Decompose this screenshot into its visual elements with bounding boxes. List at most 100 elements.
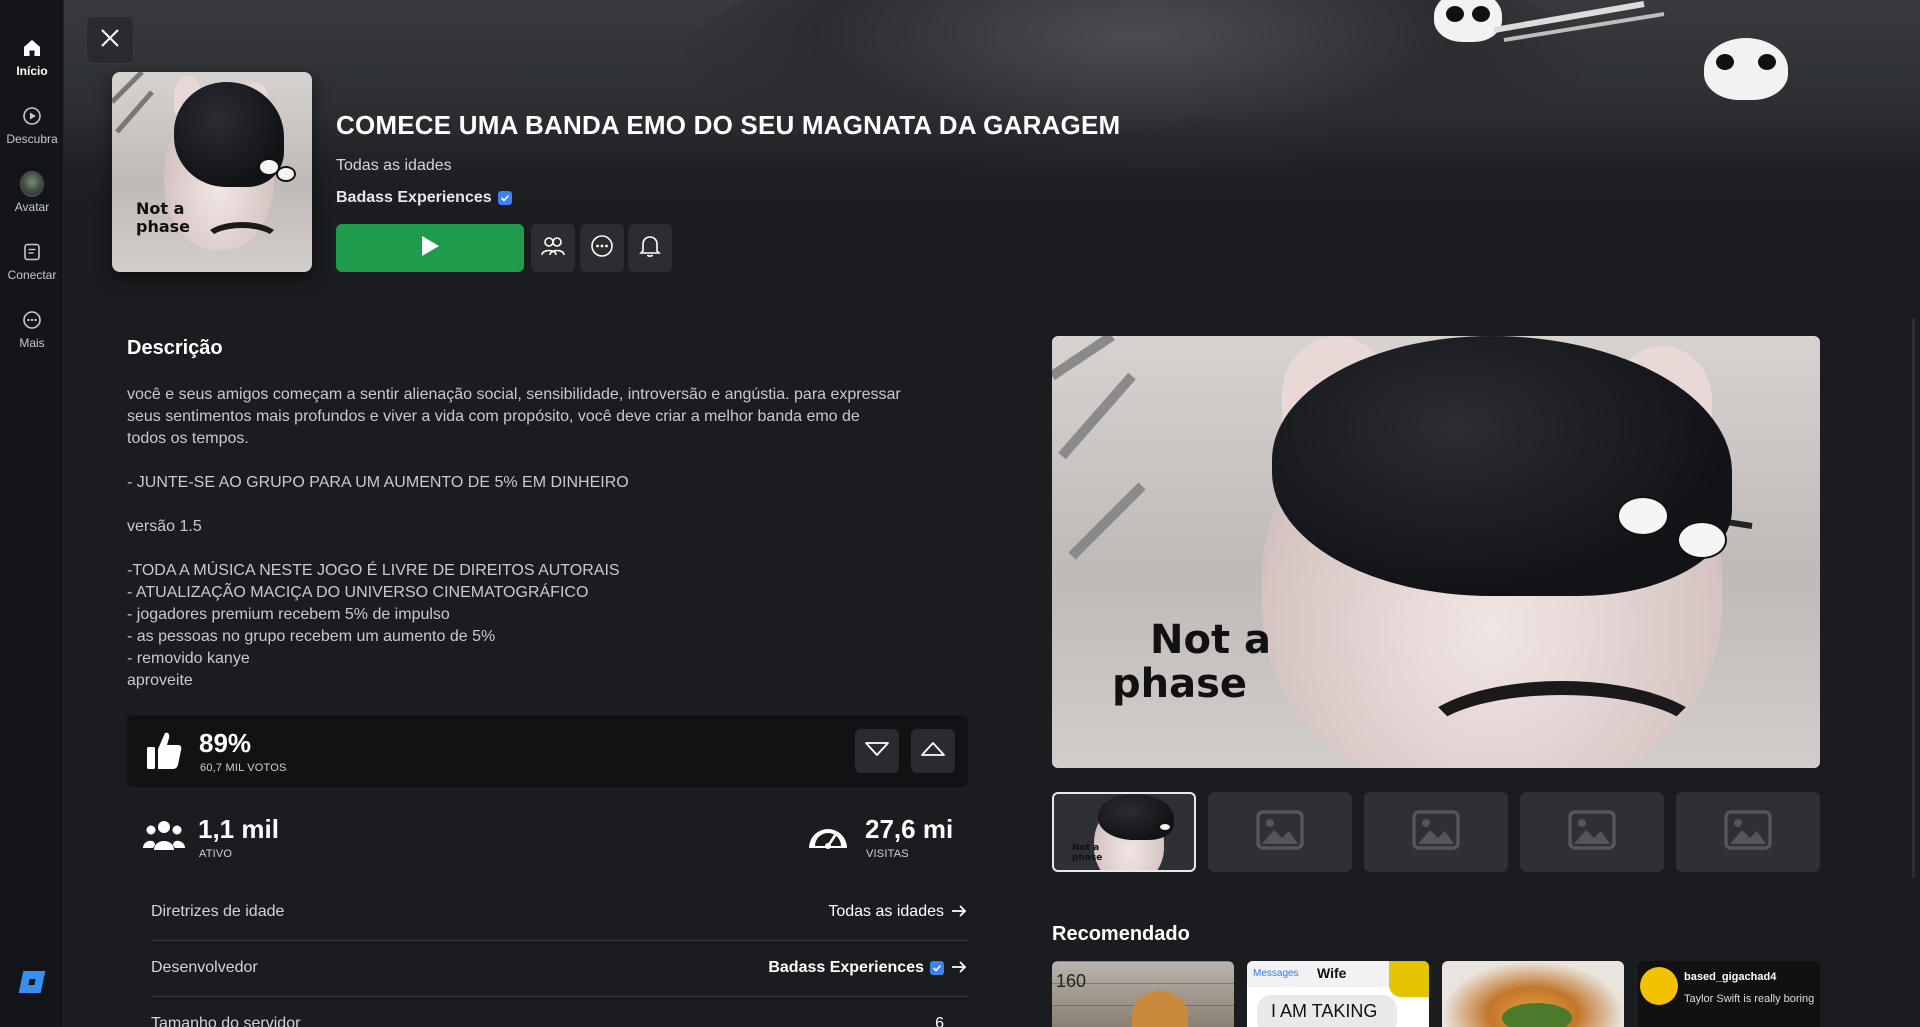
more-options-button[interactable] <box>580 224 624 272</box>
recommended-card[interactable]: Messages Wife I AM TAKING <box>1247 961 1429 1027</box>
roblox-logo-icon[interactable] <box>18 971 46 993</box>
recommended-card[interactable]: 160 <box>1052 961 1234 1027</box>
sidebar-item-label: Descubra <box>6 132 58 146</box>
description-text: você e seus amigos começam a sentir alie… <box>127 384 967 692</box>
info-value[interactable]: Todas as idades <box>828 903 944 921</box>
recommended-card[interactable] <box>1442 961 1624 1027</box>
description-line: -TODA A MÚSICA NESTE JOGO É LIVRE DE DIR… <box>127 562 620 579</box>
card-text: based_gigachad4 <box>1684 971 1777 983</box>
sidebar: Início Descubra Avatar Conectar Mais <box>0 0 64 1027</box>
description-line <box>127 538 967 560</box>
media-thumbnail[interactable] <box>1364 792 1508 872</box>
description-line: você e seus amigos começam a sentir alie… <box>127 386 901 403</box>
card-text: Taylor Swift is really boring <box>1684 993 1815 1005</box>
bell-icon <box>639 234 661 263</box>
sidebar-item-label: Avatar <box>14 200 50 214</box>
description-line: - as pessoas no grupo recebem um aumento… <box>127 628 496 645</box>
skull-icon <box>1434 0 1502 42</box>
chevron-down-icon <box>864 740 890 763</box>
developer-link[interactable]: Badass Experiences <box>768 959 944 977</box>
media-thumbnail[interactable] <box>1676 792 1820 872</box>
visits-stat: 27,6 mi VISITAS <box>806 812 976 862</box>
speedometer-icon <box>806 818 850 857</box>
description-line: - removido kanye <box>127 650 250 667</box>
creator-link[interactable]: Badass Experiences <box>336 189 512 207</box>
vote-count: 60,7 MIL VOTOS <box>200 762 287 774</box>
more-icon <box>20 308 44 332</box>
home-icon <box>20 36 44 60</box>
media-main-image[interactable]: Not a phase <box>1052 336 1820 768</box>
info-value: 6 <box>935 1015 944 1027</box>
thumbs-up-button[interactable] <box>911 729 955 773</box>
active-players-value: 1,1 mil <box>198 814 279 844</box>
notify-button[interactable] <box>628 224 672 272</box>
visits-label: VISITAS <box>866 848 909 860</box>
more-icon <box>590 234 614 263</box>
sidebar-item-label: Mais <box>19 336 45 350</box>
game-title: COMECE UMA BANDA EMO DO SEU MAGNATA DA G… <box>336 110 1121 140</box>
card-text: I AM TAKING <box>1271 1001 1378 1021</box>
arrow-right-icon[interactable] <box>950 957 968 977</box>
active-players-stat: 1,1 mil ATIVO <box>143 812 443 862</box>
description-line: - JUNTE-SE AO GRUPO PARA UM AUMENTO DE 5… <box>127 474 629 491</box>
info-label: Tamanho do servidor <box>151 1015 301 1027</box>
active-players-label: ATIVO <box>199 848 233 860</box>
media-thumbnail[interactable] <box>1208 792 1352 872</box>
vote-bar: 89% 60,7 MIL VOTOS <box>127 715 968 787</box>
close-button[interactable] <box>86 16 134 64</box>
description-line <box>127 450 967 472</box>
people-icon <box>143 818 185 857</box>
sidebar-item-avatar[interactable]: Avatar <box>0 166 64 226</box>
verified-badge-icon <box>497 191 512 205</box>
arrow-right-icon[interactable] <box>950 901 968 921</box>
info-row-server-size: Tamanho do servidor 6 <box>151 997 968 1027</box>
sidebar-item-more[interactable]: Mais <box>0 302 64 362</box>
sidebar-item-home[interactable]: Início <box>0 30 64 90</box>
info-row-developer: Desenvolvedor Badass Experiences <box>151 941 968 997</box>
image-placeholder-icon <box>1568 809 1616 855</box>
description-line: - ATUALIZAÇÃO MACIÇA DO UNIVERSO CINEMAT… <box>127 584 589 601</box>
sidebar-item-label: Conectar <box>7 268 57 282</box>
card-text: 160 <box>1056 971 1087 991</box>
play-button[interactable] <box>336 224 524 272</box>
description-heading: Descrição <box>127 337 223 359</box>
media-thumbnail[interactable] <box>1520 792 1664 872</box>
verified-badge-icon <box>930 961 944 975</box>
recommended-card[interactable]: based_gigachad4 Taylor Swift is really b… <box>1638 961 1820 1027</box>
play-icon <box>419 234 441 263</box>
sidebar-item-label: Início <box>16 64 48 78</box>
game-thumbnail: Not a phase <box>112 72 312 272</box>
sidebar-item-discover[interactable]: Descubra <box>0 98 64 158</box>
creator-name: Badass Experiences <box>336 189 492 206</box>
card-text: Messages <box>1253 968 1299 979</box>
media-caption: phase <box>1112 661 1248 707</box>
description-line: - jogadores premium recebem 5% de impuls… <box>127 606 450 623</box>
sidebar-item-connect[interactable]: Conectar <box>0 234 64 294</box>
party-icon <box>540 235 566 262</box>
visits-value: 27,6 mi <box>865 814 954 844</box>
info-label: Desenvolvedor <box>151 959 258 976</box>
card-text: Wife <box>1317 965 1347 981</box>
thumbs-down-button[interactable] <box>855 729 899 773</box>
scrollbar[interactable] <box>1912 318 1915 878</box>
info-row-age: Diretrizes de idade Todas as idades <box>151 885 968 941</box>
like-percent: 89% <box>199 728 252 758</box>
description-line: versão 1.5 <box>127 518 202 535</box>
close-icon <box>99 27 121 54</box>
chevron-up-icon <box>920 740 946 763</box>
party-button[interactable] <box>531 224 575 272</box>
recommended-heading: Recomendado <box>1052 923 1190 945</box>
skull-icon <box>1704 38 1788 100</box>
image-placeholder-icon <box>1256 809 1304 855</box>
discover-icon <box>20 104 44 128</box>
image-placeholder-icon <box>1724 809 1772 855</box>
developer-name: Badass Experiences <box>768 959 924 976</box>
description-line: seus sentimentos mais profundos e viver … <box>127 408 860 425</box>
age-rating: Todas as idades <box>336 157 452 174</box>
thumbnail-caption: phase <box>136 216 191 236</box>
media-thumbnail-selected[interactable]: Not a phase <box>1052 792 1196 872</box>
description-line: aproveite <box>127 672 193 689</box>
chat-icon <box>20 240 44 264</box>
image-placeholder-icon <box>1412 809 1460 855</box>
media-caption: Not a <box>1150 617 1271 663</box>
